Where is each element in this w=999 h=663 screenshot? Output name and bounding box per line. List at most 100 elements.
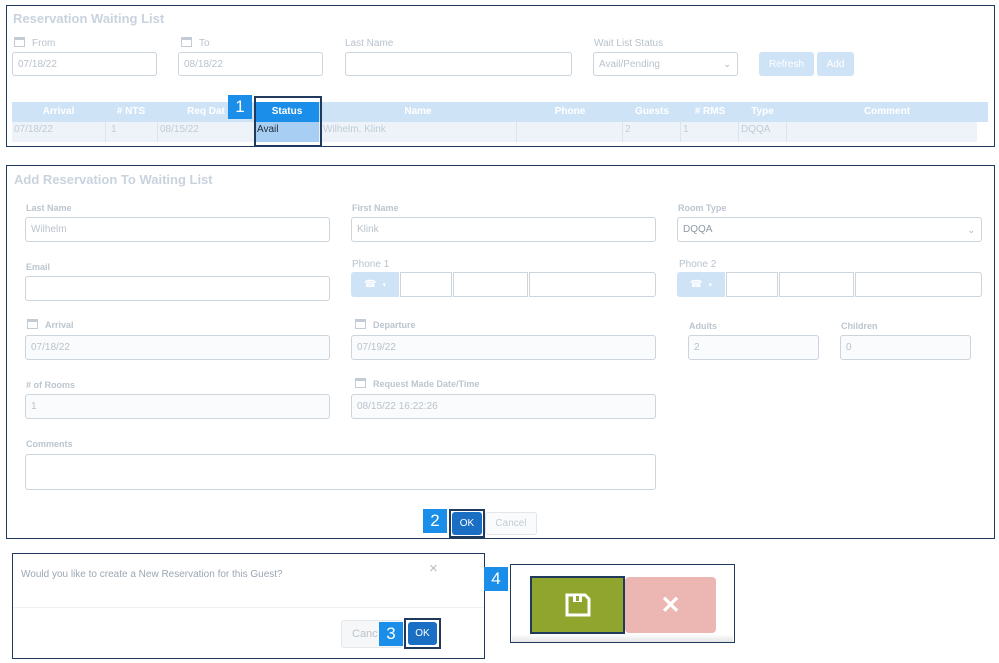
column-header-rooms[interactable]: # RMS — [681, 102, 739, 122]
last-name-field[interactable]: Wilhelm — [25, 217, 330, 242]
cancel-button[interactable]: Cancel — [485, 512, 537, 535]
column-header-comment[interactable]: Comment — [786, 102, 988, 122]
step-badge-1: 1 — [228, 95, 252, 119]
column-header-nights[interactable]: # NTS — [105, 102, 157, 122]
departure-label: Departure — [355, 319, 416, 330]
step-badge-3: 3 — [379, 622, 403, 646]
add-button[interactable]: Add — [817, 52, 854, 76]
phone-2-label: Phone 2 — [679, 259, 717, 270]
room-type-value: DQQA — [683, 224, 713, 235]
request-made-value: 08/15/22 16:22:26 — [357, 401, 438, 412]
column-divider — [105, 122, 106, 142]
first-name-field-label: First Name — [352, 203, 399, 213]
calendar-icon — [355, 378, 366, 388]
phone-icon: ☎ — [364, 279, 377, 290]
phone-1-prefix[interactable] — [453, 272, 528, 297]
cell-request-date: 08/15/22 — [160, 124, 199, 135]
to-date-input[interactable]: 08/18/22 — [178, 52, 323, 76]
phone-1-number[interactable] — [529, 272, 656, 297]
last-name-label: Last Name — [345, 38, 394, 49]
dialog-message: Would you like to create a New Reservati… — [21, 569, 283, 580]
waiting-list-table-header: Arrival # NTS Req Dat Status Name Phone … — [12, 102, 988, 122]
from-date-input[interactable]: 07/18/22 — [12, 52, 157, 76]
children-value: 0 — [846, 342, 852, 353]
request-made-label: Request Made Date/Time — [355, 378, 479, 389]
toolbar-shadow — [512, 634, 733, 642]
chevron-down-icon: ⌄ — [967, 224, 975, 235]
comments-field[interactable] — [25, 454, 656, 490]
phone-2-area-code[interactable] — [726, 272, 778, 297]
rooms-field[interactable]: 1 — [25, 394, 330, 419]
phone-2-number[interactable] — [855, 272, 982, 297]
calendar-icon — [14, 37, 25, 47]
column-divider — [516, 122, 517, 142]
departure-date-field[interactable]: 07/19/22 — [351, 335, 656, 360]
departure-date-value: 07/19/22 — [357, 342, 396, 353]
to-date-value: 08/18/22 — [184, 58, 223, 70]
phone-2-prefix[interactable] — [779, 272, 854, 297]
phone-2-type-dropdown[interactable]: ☎ ▾ — [677, 272, 725, 297]
save-button-highlight — [530, 576, 625, 634]
wait-list-status-value: Avail/Pending — [599, 58, 660, 70]
cell-type: DQQA — [741, 124, 771, 135]
cell-guests: 2 — [625, 124, 631, 135]
arrival-label: Arrival — [27, 319, 74, 330]
calendar-icon — [181, 37, 192, 47]
column-divider — [622, 122, 623, 142]
dialog-divider — [13, 607, 484, 608]
ok-button-highlight — [449, 509, 485, 538]
first-name-field-value: Klink — [357, 224, 379, 235]
adults-field[interactable]: 2 — [688, 335, 819, 360]
column-divider — [738, 122, 739, 142]
close-icon: ✕ — [660, 591, 681, 619]
column-header-name[interactable]: Name — [319, 102, 517, 122]
cell-arrival: 07/18/22 — [14, 124, 53, 135]
column-header-phone[interactable]: Phone — [517, 102, 623, 122]
first-name-field[interactable]: Klink — [351, 217, 656, 242]
phone-1-area-code[interactable] — [400, 272, 452, 297]
to-label: To — [181, 37, 210, 49]
chevron-down-icon: ⌄ — [723, 59, 731, 69]
room-type-select[interactable]: DQQA ⌄ — [677, 217, 982, 242]
column-divider — [680, 122, 681, 142]
email-label: Email — [26, 262, 51, 272]
rooms-value: 1 — [31, 401, 37, 412]
column-header-type[interactable]: Type — [739, 102, 786, 122]
phone-1-label: Phone 1 — [352, 259, 390, 270]
request-made-field[interactable]: 08/15/22 16:22:26 — [351, 394, 656, 419]
comments-label: Comments — [26, 439, 73, 449]
waiting-list-title: Reservation Waiting List — [13, 11, 165, 26]
last-name-field-value: Wilhelm — [31, 224, 67, 235]
cell-nights: 1 — [111, 124, 117, 135]
dialog-ok-highlight — [404, 618, 441, 649]
last-name-search-input[interactable] — [345, 52, 572, 76]
children-label: Children — [841, 321, 878, 331]
calendar-icon — [355, 319, 366, 329]
room-type-label: Room Type — [678, 203, 727, 213]
close-button[interactable]: ✕ — [625, 577, 716, 633]
adults-label: Adults — [689, 321, 717, 331]
status-column-highlight — [254, 96, 322, 147]
column-divider — [786, 122, 787, 142]
column-divider — [157, 122, 158, 142]
last-name-field-label: Last Name — [26, 203, 72, 213]
wait-list-status-select[interactable]: Avail/Pending ⌄ — [593, 52, 738, 76]
phone-icon: ☎ — [690, 279, 703, 290]
step-badge-2: 2 — [423, 509, 447, 533]
close-icon[interactable]: × — [429, 560, 438, 577]
cell-rooms: 1 — [683, 124, 689, 135]
children-field[interactable]: 0 — [840, 335, 971, 360]
email-field[interactable] — [25, 276, 330, 301]
dialog-cancel-label: Canc — [352, 628, 378, 640]
adults-value: 2 — [694, 342, 700, 353]
column-header-guests[interactable]: Guests — [623, 102, 681, 122]
step-badge-4: 4 — [484, 567, 508, 591]
rooms-label: # of Rooms — [26, 380, 76, 390]
refresh-button[interactable]: Refresh — [759, 52, 814, 76]
arrival-date-field[interactable]: 07/18/22 — [25, 335, 330, 360]
calendar-icon — [27, 319, 38, 329]
add-reservation-title: Add Reservation To Waiting List — [14, 172, 213, 187]
caret-down-icon: ▾ — [382, 281, 386, 289]
phone-1-type-dropdown[interactable]: ☎ ▾ — [351, 272, 399, 297]
column-header-arrival[interactable]: Arrival — [12, 102, 105, 122]
